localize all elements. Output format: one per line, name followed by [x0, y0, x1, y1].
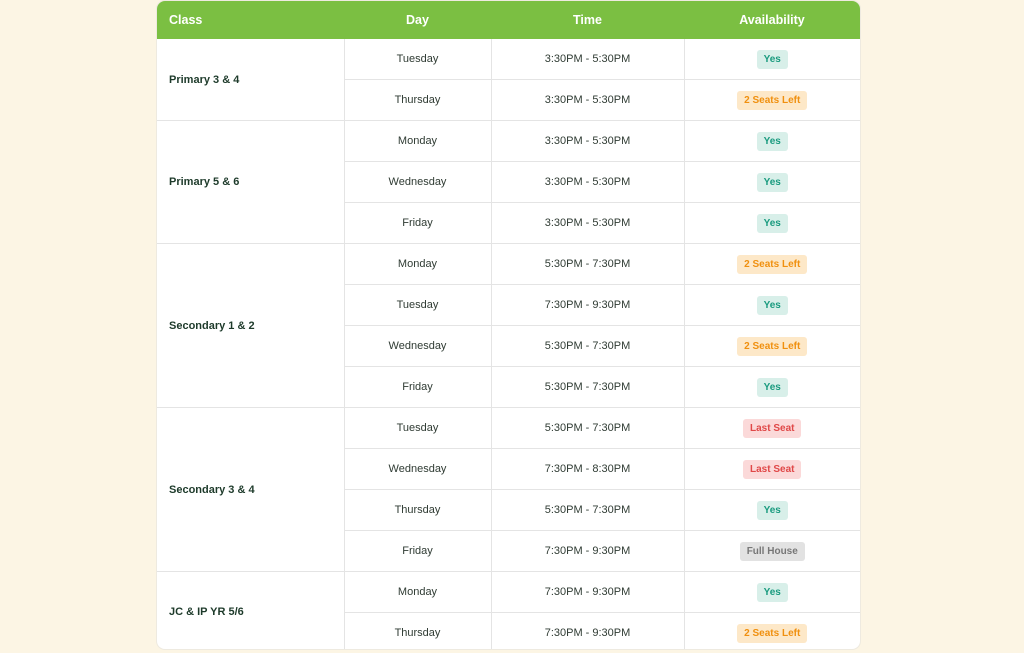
column-header-day: Day: [344, 1, 491, 39]
availability-badge: 2 Seats Left: [737, 90, 808, 110]
day-cell: Tuesday: [343, 39, 491, 80]
availability-cell: Yes: [683, 284, 860, 326]
time-cell: 5:30PM - 7:30PM: [490, 366, 684, 408]
availability-badge: Yes: [756, 500, 788, 520]
day-cell: Tuesday: [343, 407, 491, 449]
time-cell: 7:30PM - 9:30PM: [490, 612, 684, 649]
time-cell: 3:30PM - 5:30PM: [490, 39, 684, 80]
day-cell: Thursday: [343, 489, 491, 531]
availability-badge: Yes: [756, 131, 788, 151]
availability-badge: Yes: [756, 172, 788, 192]
availability-cell: Full House: [683, 530, 860, 572]
time-cell: 5:30PM - 7:30PM: [490, 243, 684, 285]
table-body: Primary 3 & 4 Tuesday 3:30PM - 5:30PM Yes Th…: [157, 39, 860, 649]
availability-cell: 2 Seats Left: [683, 243, 860, 285]
availability-badge: Yes: [756, 377, 788, 397]
day-cell: Monday: [343, 243, 491, 285]
table-row: JC & IP YR 5/6 Monday 7:30PM - 9:30PM Yes: [157, 571, 860, 649]
availability-cell: Yes: [683, 161, 860, 203]
day-cell: Friday: [343, 202, 491, 244]
availability-badge: Full House: [739, 541, 805, 561]
availability-badge: Last Seat: [743, 459, 802, 479]
table-row: Primary 3 & 4 Tuesday 3:30PM - 5:30PM Yes: [157, 39, 860, 121]
table-row: Primary 5 & 6 Monday 3:30PM - 5:30PM Yes: [157, 120, 860, 244]
time-cell: 3:30PM - 5:30PM: [490, 202, 684, 244]
availability-badge: 2 Seats Left: [737, 336, 808, 356]
availability-badge: Yes: [756, 213, 788, 233]
availability-cell: Yes: [683, 39, 860, 80]
availability-cell: 2 Seats Left: [683, 612, 860, 649]
class-schedule-table: Class Day Time Availability Primary 3 & …: [157, 1, 860, 649]
availability-badge: 2 Seats Left: [737, 254, 808, 274]
availability-cell: Yes: [683, 120, 860, 162]
class-name-cell: Primary 3 & 4: [157, 39, 344, 121]
table-row: Secondary 1 & 2 Monday 5:30PM - 7:30PM 2 Se…: [157, 243, 860, 408]
time-cell: 7:30PM - 9:30PM: [490, 530, 684, 572]
column-header-availability: Availability: [684, 1, 860, 39]
day-cell: Thursday: [343, 612, 491, 649]
availability-cell: Yes: [683, 366, 860, 408]
availability-cell: Yes: [683, 571, 860, 613]
time-cell: 3:30PM - 5:30PM: [490, 120, 684, 162]
day-cell: Wednesday: [343, 325, 491, 367]
availability-cell: Yes: [683, 202, 860, 244]
availability-badge: Yes: [756, 295, 788, 315]
day-cell: Monday: [343, 120, 491, 162]
availability-badge: 2 Seats Left: [737, 623, 808, 643]
class-name-cell: Primary 5 & 6: [157, 120, 344, 244]
column-header-time: Time: [491, 1, 684, 39]
day-cell: Thursday: [343, 79, 491, 121]
table-header-row: Class Day Time Availability: [157, 1, 860, 39]
time-cell: 7:30PM - 9:30PM: [490, 571, 684, 613]
class-name-cell: Secondary 3 & 4: [157, 407, 344, 572]
availability-cell: Yes: [683, 489, 860, 531]
class-name-cell: Secondary 1 & 2: [157, 243, 344, 408]
schedule-card: Class Day Time Availability Primary 3 & …: [157, 1, 860, 649]
availability-cell: Last Seat: [683, 407, 860, 449]
time-cell: 3:30PM - 5:30PM: [490, 161, 684, 203]
column-header-class: Class: [157, 1, 344, 39]
table-row: Secondary 3 & 4 Tuesday 5:30PM - 7:30PM Las…: [157, 407, 860, 572]
availability-cell: 2 Seats Left: [683, 79, 860, 121]
time-cell: 3:30PM - 5:30PM: [490, 79, 684, 121]
time-cell: 5:30PM - 7:30PM: [490, 325, 684, 367]
day-cell: Wednesday: [343, 448, 491, 490]
day-cell: Friday: [343, 366, 491, 408]
availability-cell: 2 Seats Left: [683, 325, 860, 367]
class-name-cell: JC & IP YR 5/6: [157, 571, 344, 649]
time-cell: 5:30PM - 7:30PM: [490, 407, 684, 449]
availability-badge: Yes: [756, 49, 788, 69]
time-cell: 7:30PM - 8:30PM: [490, 448, 684, 490]
day-cell: Monday: [343, 571, 491, 613]
day-cell: Friday: [343, 530, 491, 572]
availability-badge: Yes: [756, 582, 788, 602]
availability-badge: Last Seat: [743, 418, 802, 438]
day-cell: Wednesday: [343, 161, 491, 203]
availability-cell: Last Seat: [683, 448, 860, 490]
day-cell: Tuesday: [343, 284, 491, 326]
time-cell: 5:30PM - 7:30PM: [490, 489, 684, 531]
time-cell: 7:30PM - 9:30PM: [490, 284, 684, 326]
